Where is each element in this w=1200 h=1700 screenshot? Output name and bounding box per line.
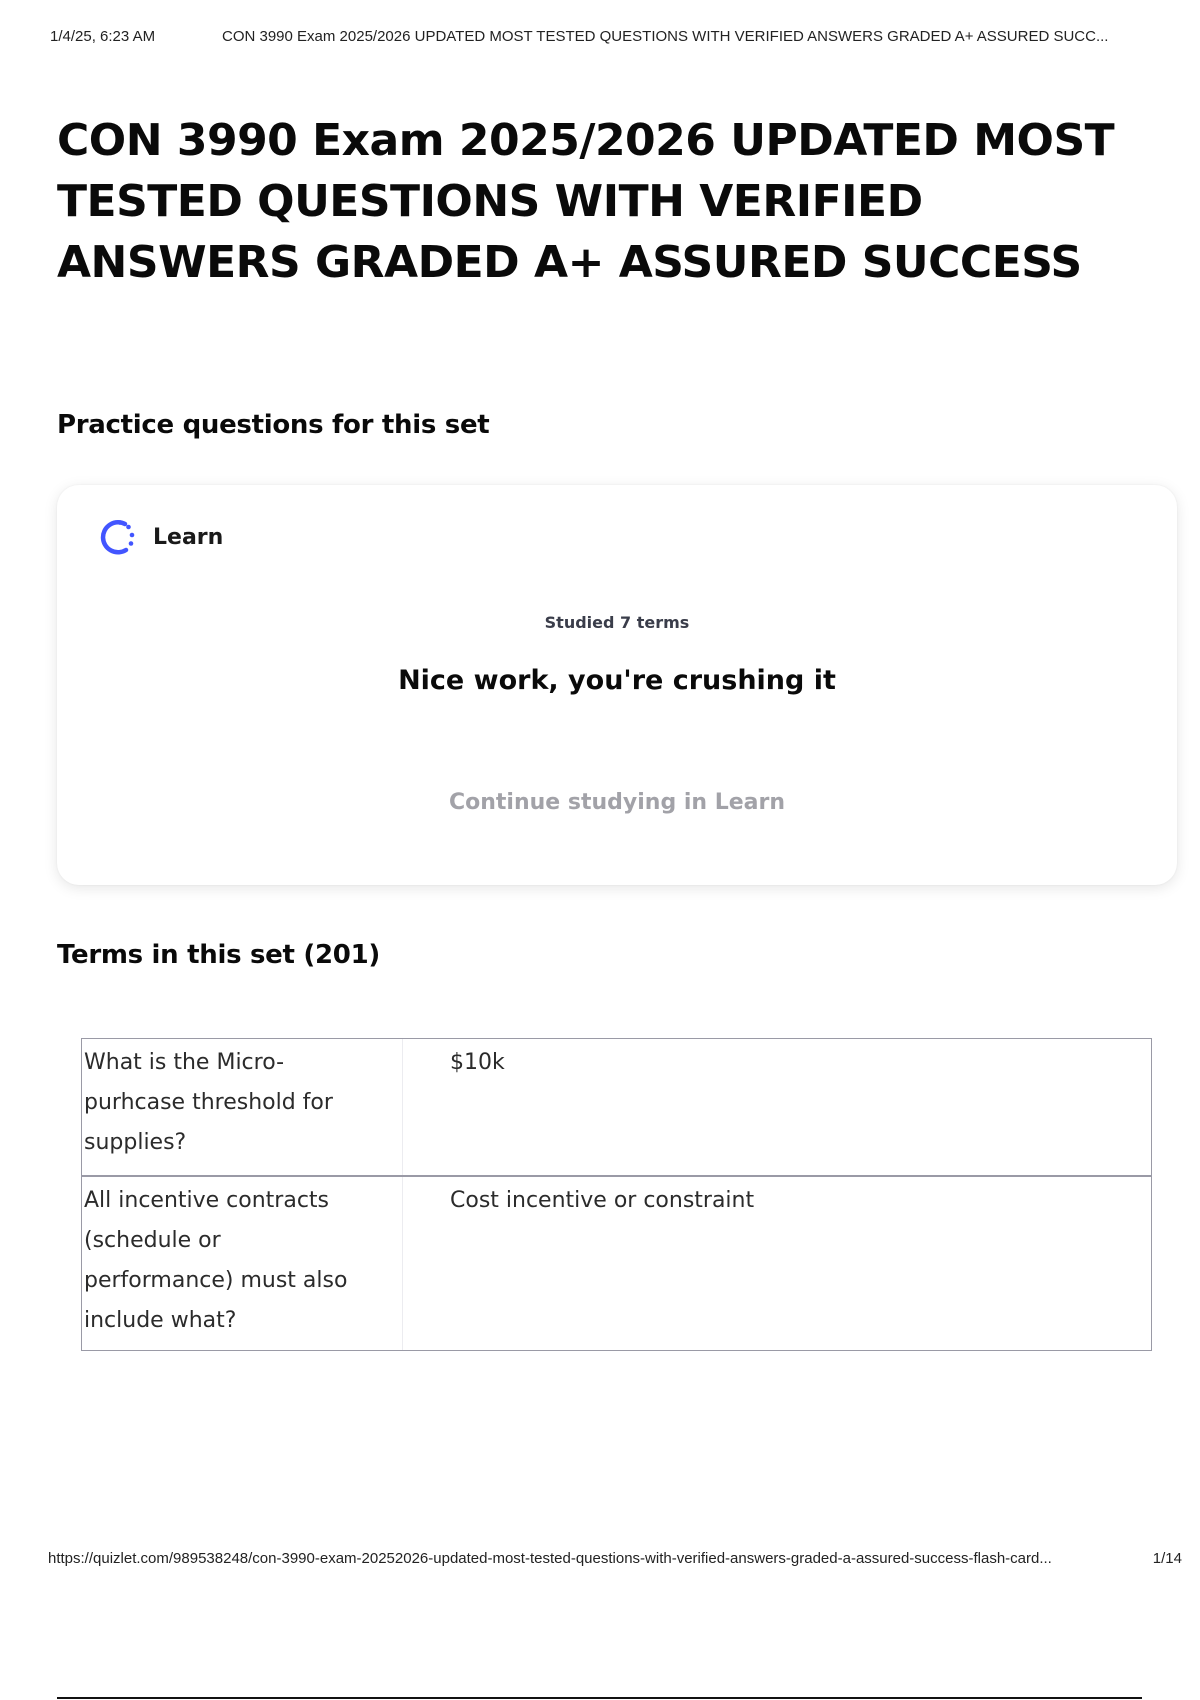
term-cell: What is the Micro- purhcase threshold fo…: [82, 1039, 403, 1175]
table-row[interactable]: What is the Micro- purhcase threshold fo…: [82, 1039, 1151, 1175]
studied-count: Studied 7 terms: [544, 613, 690, 632]
learn-label: Learn: [153, 524, 224, 550]
continue-learn-button[interactable]: Continue studying in Learn: [449, 790, 785, 815]
page-title: CON 3990 Exam 2025/2026 UPDATED MOST TES…: [57, 115, 1115, 288]
learn-card-header: Learn: [95, 515, 223, 559]
progress-message: Nice work, you're crushing it: [398, 665, 836, 696]
term-cell: All incentive contracts (schedule or per…: [82, 1177, 403, 1350]
term-line: What is the Micro-: [84, 1050, 285, 1075]
learn-progress-icon: [100, 520, 135, 555]
bottom-divider: [57, 1697, 1142, 1699]
definition-cell: Cost incentive or constraint: [450, 1188, 755, 1213]
table-row[interactable]: All incentive contracts (schedule or per…: [82, 1175, 1151, 1350]
term-line: All incentive contracts: [84, 1188, 330, 1213]
terms-section-heading: Terms in this set (201): [57, 940, 380, 970]
term-line: purhcase threshold for: [84, 1090, 333, 1115]
practice-section-heading: Practice questions for this set: [57, 410, 490, 440]
definition-cell: $10k: [450, 1050, 505, 1075]
print-footer: https://quizlet.com/989538248/con-3990-e…: [48, 1550, 1182, 1567]
term-line: include what?: [84, 1308, 237, 1333]
learn-card: Learn Studied 7 terms Nice work, you're …: [57, 485, 1177, 885]
term-line: performance) must also: [84, 1268, 348, 1293]
term-line: supplies?: [84, 1130, 187, 1155]
page-indicator: 1/14: [1152, 1550, 1182, 1567]
print-header: 1/4/25, 6:23 AM CON 3990 Exam 2025/2026 …: [50, 28, 1180, 45]
page-url: https://quizlet.com/989538248/con-3990-e…: [48, 1550, 1052, 1567]
print-date: 1/4/25, 6:23 AM: [50, 28, 156, 45]
term-line: (schedule or: [84, 1228, 221, 1253]
print-document-title: CON 3990 Exam 2025/2026 UPDATED MOST TES…: [222, 28, 1109, 45]
terms-table: What is the Micro- purhcase threshold fo…: [81, 1038, 1152, 1351]
